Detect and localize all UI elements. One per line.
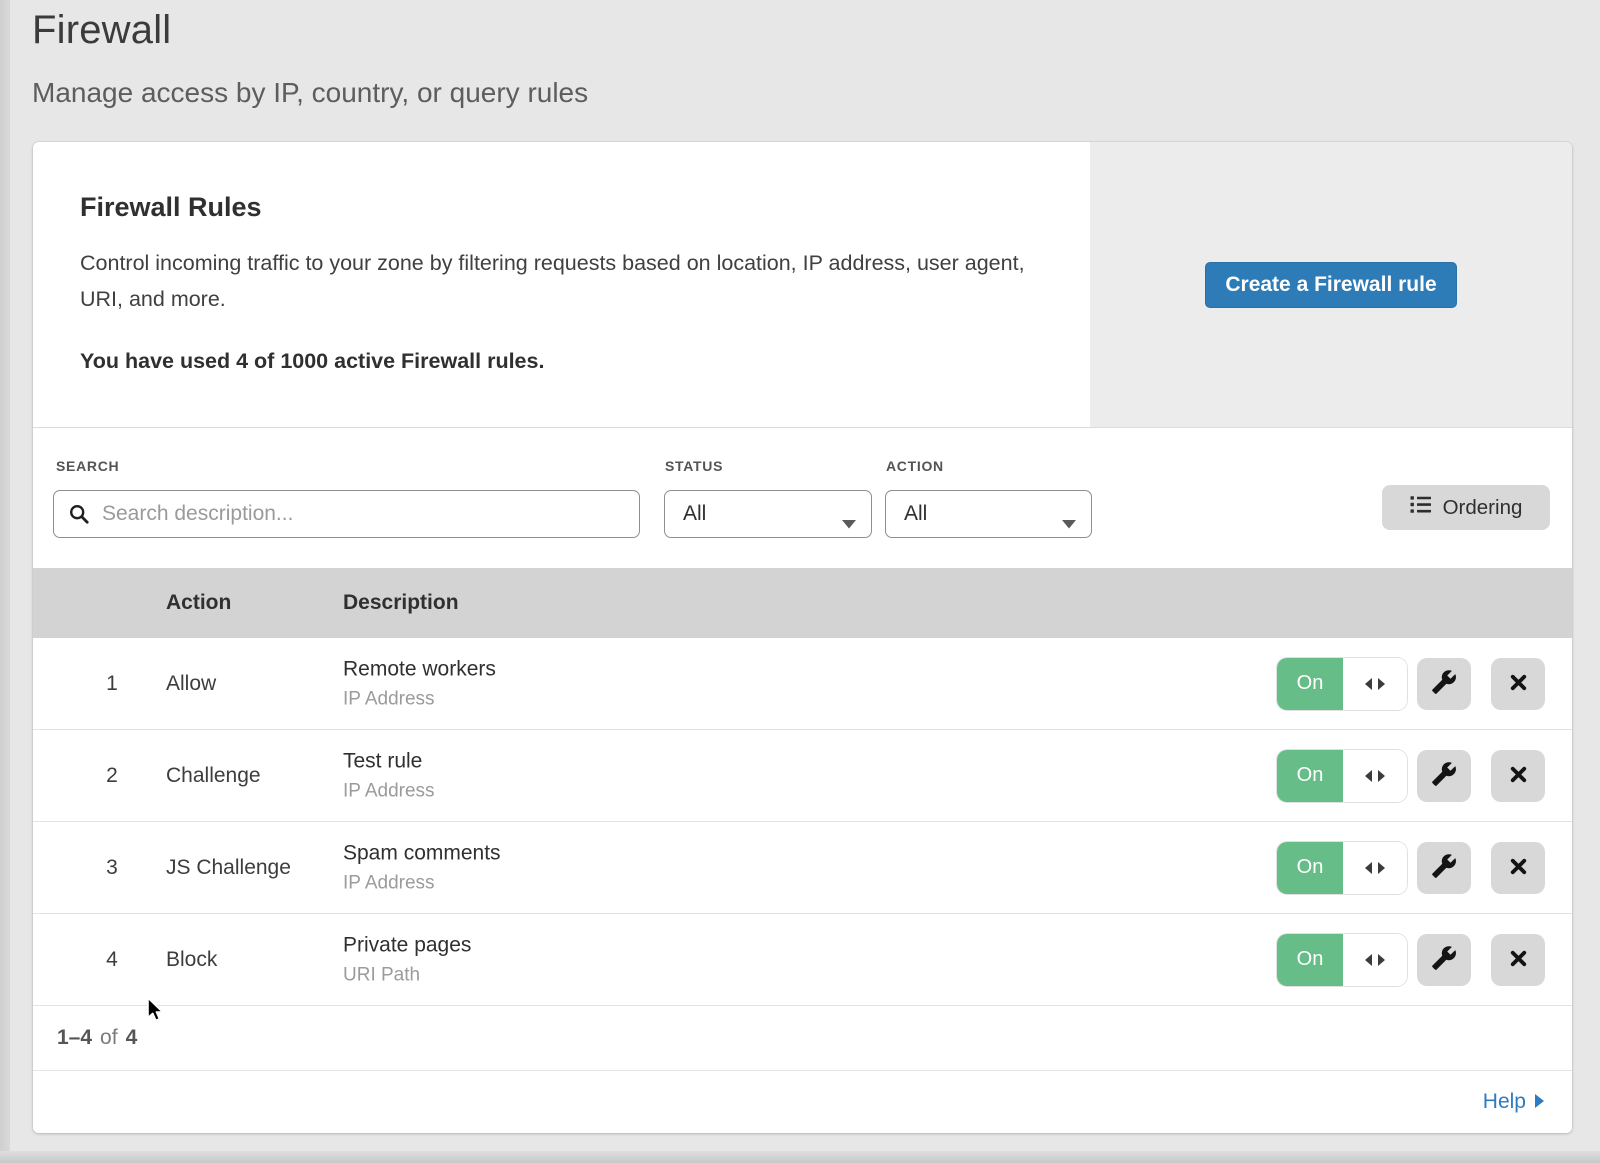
rule-description: Test rule IP Address (343, 749, 435, 802)
rule-description: Spam comments IP Address (343, 841, 501, 894)
rule-description: Remote workers IP Address (343, 657, 496, 710)
rule-match-type: IP Address (343, 872, 501, 894)
rule-match-type: URI Path (343, 964, 471, 986)
card-footer: Help (33, 1070, 1572, 1133)
firewall-rules-card: Firewall Rules Control incoming traffic … (33, 142, 1572, 1133)
close-icon (1507, 947, 1530, 973)
rule-controls: On (1277, 842, 1545, 894)
rule-description-title: Remote workers (343, 657, 496, 681)
column-header-description: Description (343, 591, 459, 615)
table-row: 4 Block Private pages URI Path On (33, 914, 1572, 1006)
close-icon (1507, 855, 1530, 881)
delete-rule-button[interactable] (1491, 934, 1545, 986)
table-row: 2 Challenge Test rule IP Address On (33, 730, 1572, 822)
delete-rule-button[interactable] (1491, 842, 1545, 894)
window-bottom-edge (0, 1151, 1600, 1163)
toggle-drag-arrows-icon (1343, 750, 1407, 802)
page-subtitle: Manage access by IP, country, or query r… (32, 77, 588, 109)
status-label: STATUS (665, 458, 723, 474)
rule-controls: On (1277, 750, 1545, 802)
rule-action: JS Challenge (166, 856, 291, 880)
rule-controls: On (1277, 658, 1545, 710)
pagination: 1–4 of 4 (33, 1006, 1572, 1070)
wrench-icon (1431, 853, 1457, 882)
action-select[interactable]: All (885, 490, 1092, 538)
help-link[interactable]: Help (1483, 1090, 1544, 1114)
close-icon (1507, 763, 1530, 789)
toggle-drag-arrows-icon (1343, 934, 1407, 986)
toggle-on-label: On (1277, 842, 1343, 894)
chevron-down-icon (842, 511, 856, 535)
toggle-drag-arrows-icon (1343, 842, 1407, 894)
rule-action: Allow (166, 672, 216, 696)
pagination-total: 4 (126, 1026, 138, 1050)
edit-rule-button[interactable] (1417, 934, 1471, 986)
filters-section: SEARCH STATUS ACTION All All (33, 428, 1572, 568)
rule-enabled-toggle[interactable]: On (1277, 750, 1407, 802)
pagination-range: 1–4 (57, 1026, 92, 1050)
rule-match-type: IP Address (343, 688, 496, 710)
toggle-on-label: On (1277, 658, 1343, 710)
rule-match-type: IP Address (343, 780, 435, 802)
edit-rule-button[interactable] (1417, 658, 1471, 710)
search-icon (68, 503, 90, 530)
wrench-icon (1431, 761, 1457, 790)
rule-priority: 4 (92, 948, 132, 972)
rule-description-title: Spam comments (343, 841, 501, 865)
rule-enabled-toggle[interactable]: On (1277, 934, 1407, 986)
chevron-down-icon (1062, 511, 1076, 535)
status-select[interactable]: All (664, 490, 872, 538)
rules-info-text: Firewall Rules Control incoming traffic … (33, 142, 1090, 427)
table-row: 3 JS Challenge Spam comments IP Address … (33, 822, 1572, 914)
column-header-action: Action (166, 591, 231, 615)
action-select-value: All (904, 502, 927, 526)
wrench-icon (1431, 669, 1457, 698)
close-icon (1507, 671, 1530, 697)
wrench-icon (1431, 945, 1457, 974)
toggle-on-label: On (1277, 934, 1343, 986)
rule-description: Private pages URI Path (343, 933, 471, 986)
table-row: 1 Allow Remote workers IP Address On (33, 638, 1572, 730)
rule-description-title: Private pages (343, 933, 471, 957)
toggle-on-label: On (1277, 750, 1343, 802)
toggle-drag-arrows-icon (1343, 658, 1407, 710)
status-select-value: All (683, 502, 706, 526)
rule-enabled-toggle[interactable]: On (1277, 658, 1407, 710)
ordering-button-label: Ordering (1443, 496, 1523, 520)
rules-heading: Firewall Rules (80, 192, 1050, 223)
rule-action: Block (166, 948, 217, 972)
window-left-edge (0, 0, 10, 1163)
search-field-wrap (53, 490, 640, 538)
delete-rule-button[interactable] (1491, 658, 1545, 710)
rule-priority: 3 (92, 856, 132, 880)
rules-usage-count: You have used 4 of 1000 active Firewall … (80, 349, 1050, 374)
search-label: SEARCH (56, 458, 119, 474)
page-header: Firewall Manage access by IP, country, o… (32, 8, 588, 109)
edit-rule-button[interactable] (1417, 842, 1471, 894)
rule-priority: 2 (92, 764, 132, 788)
action-label: ACTION (886, 458, 944, 474)
ordering-button[interactable]: Ordering (1382, 485, 1550, 530)
rules-description: Control incoming traffic to your zone by… (80, 245, 1030, 317)
rule-enabled-toggle[interactable]: On (1277, 842, 1407, 894)
help-link-label: Help (1483, 1090, 1526, 1114)
page-title: Firewall (32, 8, 588, 53)
delete-rule-button[interactable] (1491, 750, 1545, 802)
create-firewall-rule-button[interactable]: Create a Firewall rule (1205, 262, 1457, 308)
list-icon (1410, 495, 1432, 520)
rule-priority: 1 (92, 672, 132, 696)
triangle-right-icon (1535, 1090, 1544, 1114)
rule-controls: On (1277, 934, 1545, 986)
edit-rule-button[interactable] (1417, 750, 1471, 802)
rule-action: Challenge (166, 764, 261, 788)
table-header: Action Description (33, 568, 1572, 638)
search-input[interactable] (53, 490, 640, 538)
create-rule-panel: Create a Firewall rule (1090, 142, 1572, 427)
rule-description-title: Test rule (343, 749, 435, 773)
rules-info-section: Firewall Rules Control incoming traffic … (33, 142, 1572, 428)
pagination-of: of (100, 1026, 118, 1050)
